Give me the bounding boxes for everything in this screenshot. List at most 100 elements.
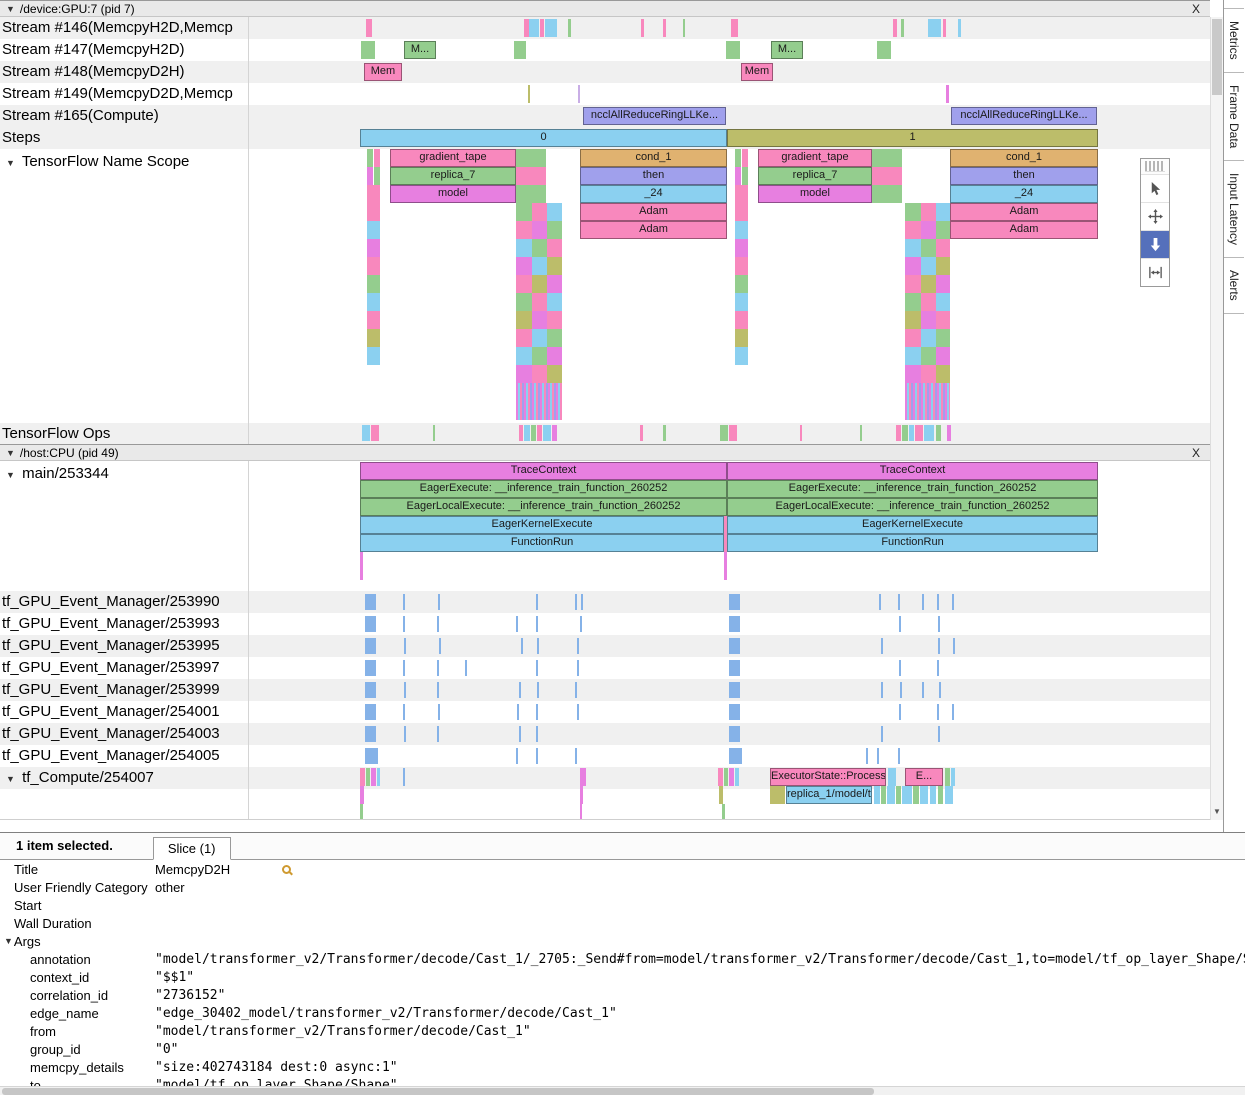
- slice-replica-1-model-t[interactable]: replica_1/model/t...: [786, 786, 872, 804]
- trace-sliver[interactable]: [951, 768, 955, 786]
- trace-sliver[interactable]: [729, 748, 742, 764]
- trace-sliver[interactable]: [547, 221, 562, 239]
- trace-sliver[interactable]: [547, 275, 562, 293]
- trace-sliver[interactable]: [879, 594, 881, 610]
- trace-sliver[interactable]: [742, 149, 748, 167]
- slice-eagerlocalexecute-inference-train-function-260252[interactable]: EagerLocalExecute: __inference_train_fun…: [360, 498, 727, 516]
- dense-slice-cluster[interactable]: [516, 383, 562, 420]
- tf-compute-group[interactable]: ▼ tf_Compute/254007: [6, 767, 154, 790]
- trace-sliver[interactable]: [936, 203, 950, 221]
- trace-sliver[interactable]: [928, 19, 941, 37]
- trace-sliver[interactable]: [580, 768, 586, 786]
- trace-sliver[interactable]: [540, 19, 544, 37]
- trace-sliver[interactable]: [938, 786, 943, 804]
- trace-sliver[interactable]: [580, 616, 582, 632]
- trace-sliver[interactable]: [921, 203, 936, 221]
- trace-sliver[interactable]: [547, 293, 562, 311]
- trace-sliver[interactable]: [438, 704, 440, 720]
- trace-sliver[interactable]: [888, 768, 896, 786]
- trace-sliver[interactable]: [735, 257, 748, 275]
- dense-slice-cluster[interactable]: [905, 383, 950, 420]
- trace-sliver[interactable]: [937, 594, 939, 610]
- trace-sliver[interactable]: [528, 85, 530, 103]
- trace-sliver[interactable]: [578, 85, 580, 103]
- trace-sliver[interactable]: [532, 203, 547, 221]
- trace-sliver[interactable]: [735, 329, 748, 347]
- side-tab-metrics[interactable]: Metrics: [1224, 8, 1244, 73]
- trace-sliver[interactable]: [536, 660, 538, 676]
- trace-sliver[interactable]: [905, 221, 921, 239]
- slice-ncclallreduceringllke[interactable]: ncclAllReduceRingLLKe...: [951, 107, 1097, 125]
- trace-sliver[interactable]: [532, 257, 547, 275]
- trace-sliver[interactable]: [921, 221, 936, 239]
- trace-sliver[interactable]: [516, 365, 532, 383]
- trace-sliver[interactable]: [367, 311, 380, 329]
- trace-sliver[interactable]: [735, 167, 741, 185]
- vertical-scrollbar-thumb[interactable]: [1212, 19, 1222, 95]
- trace-sliver[interactable]: [367, 203, 380, 221]
- trace-sliver[interactable]: [921, 293, 936, 311]
- trace-sliver[interactable]: [403, 768, 405, 786]
- slice-gradient-tape[interactable]: gradient_tape: [390, 149, 516, 167]
- side-tab-alerts[interactable]: Alerts: [1224, 258, 1244, 314]
- trace-sliver[interactable]: [874, 786, 880, 804]
- trace-sliver[interactable]: [729, 425, 737, 441]
- trace-sliver[interactable]: [770, 786, 785, 804]
- trace-sliver[interactable]: [939, 682, 941, 698]
- trace-sliver[interactable]: [367, 185, 380, 203]
- trace-sliver[interactable]: [547, 365, 562, 383]
- trace-sliver[interactable]: [881, 726, 883, 742]
- trace-sliver[interactable]: [877, 41, 891, 59]
- trace-sliver[interactable]: [517, 704, 519, 720]
- trace-sliver[interactable]: [516, 616, 518, 632]
- trace-sliver[interactable]: [902, 786, 912, 804]
- trace-sliver[interactable]: [516, 149, 546, 167]
- trace-sliver[interactable]: [953, 638, 955, 654]
- name-scope-group[interactable]: ▼ TensorFlow Name Scope: [6, 151, 189, 174]
- trace-sliver[interactable]: [924, 425, 934, 441]
- trace-sliver[interactable]: [516, 257, 532, 275]
- trace-sliver[interactable]: [516, 167, 546, 185]
- trace-sliver[interactable]: [403, 704, 405, 720]
- trace-sliver[interactable]: [729, 682, 740, 698]
- trace-sliver[interactable]: [516, 275, 532, 293]
- trace-sliver[interactable]: [735, 149, 741, 167]
- slice-0[interactable]: 0: [360, 129, 727, 147]
- slice-model[interactable]: model: [758, 185, 872, 203]
- trace-sliver[interactable]: [362, 425, 370, 441]
- trace-sliver[interactable]: [532, 329, 547, 347]
- trace-sliver[interactable]: [367, 221, 380, 239]
- trace-sliver[interactable]: [930, 786, 936, 804]
- trace-sliver[interactable]: [899, 616, 901, 632]
- trace-sliver[interactable]: [936, 311, 950, 329]
- trace-sliver[interactable]: [937, 660, 939, 676]
- trace-sliver[interactable]: [722, 804, 725, 819]
- trace-sliver[interactable]: [921, 311, 936, 329]
- trace-sliver[interactable]: [532, 347, 547, 365]
- trace-sliver[interactable]: [896, 786, 901, 804]
- slice-functionrun[interactable]: FunctionRun: [727, 534, 1098, 552]
- trace-sliver[interactable]: [946, 85, 949, 103]
- trace-sliver[interactable]: [404, 726, 406, 742]
- slice-adam[interactable]: Adam: [950, 203, 1098, 221]
- trace-sliver[interactable]: [905, 311, 921, 329]
- cpu-close-button[interactable]: X: [1192, 446, 1200, 460]
- cpu-process-header[interactable]: ▼ /host:CPU (pid 49) X: [0, 444, 1210, 461]
- slice-tracecontext[interactable]: TraceContext: [360, 462, 727, 480]
- trace-sliver[interactable]: [516, 293, 532, 311]
- slice-model[interactable]: model: [390, 185, 516, 203]
- trace-sliver[interactable]: [877, 748, 879, 764]
- trace-sliver[interactable]: [905, 275, 921, 293]
- slice-eagerexecute-inference-train-function-260252[interactable]: EagerExecute: __inference_train_function…: [360, 480, 727, 498]
- trace-sliver[interactable]: [404, 682, 406, 698]
- trace-sliver[interactable]: [724, 552, 727, 580]
- trace-sliver[interactable]: [516, 185, 546, 203]
- trace-sliver[interactable]: [577, 704, 579, 720]
- trace-sliver[interactable]: [367, 293, 380, 311]
- trace-sliver[interactable]: [952, 594, 954, 610]
- trace-sliver[interactable]: [537, 638, 539, 654]
- trace-sliver[interactable]: [735, 275, 748, 293]
- slice-tracecontext[interactable]: TraceContext: [727, 462, 1098, 480]
- slice-e[interactable]: E...: [905, 768, 943, 786]
- trace-sliver[interactable]: [367, 239, 380, 257]
